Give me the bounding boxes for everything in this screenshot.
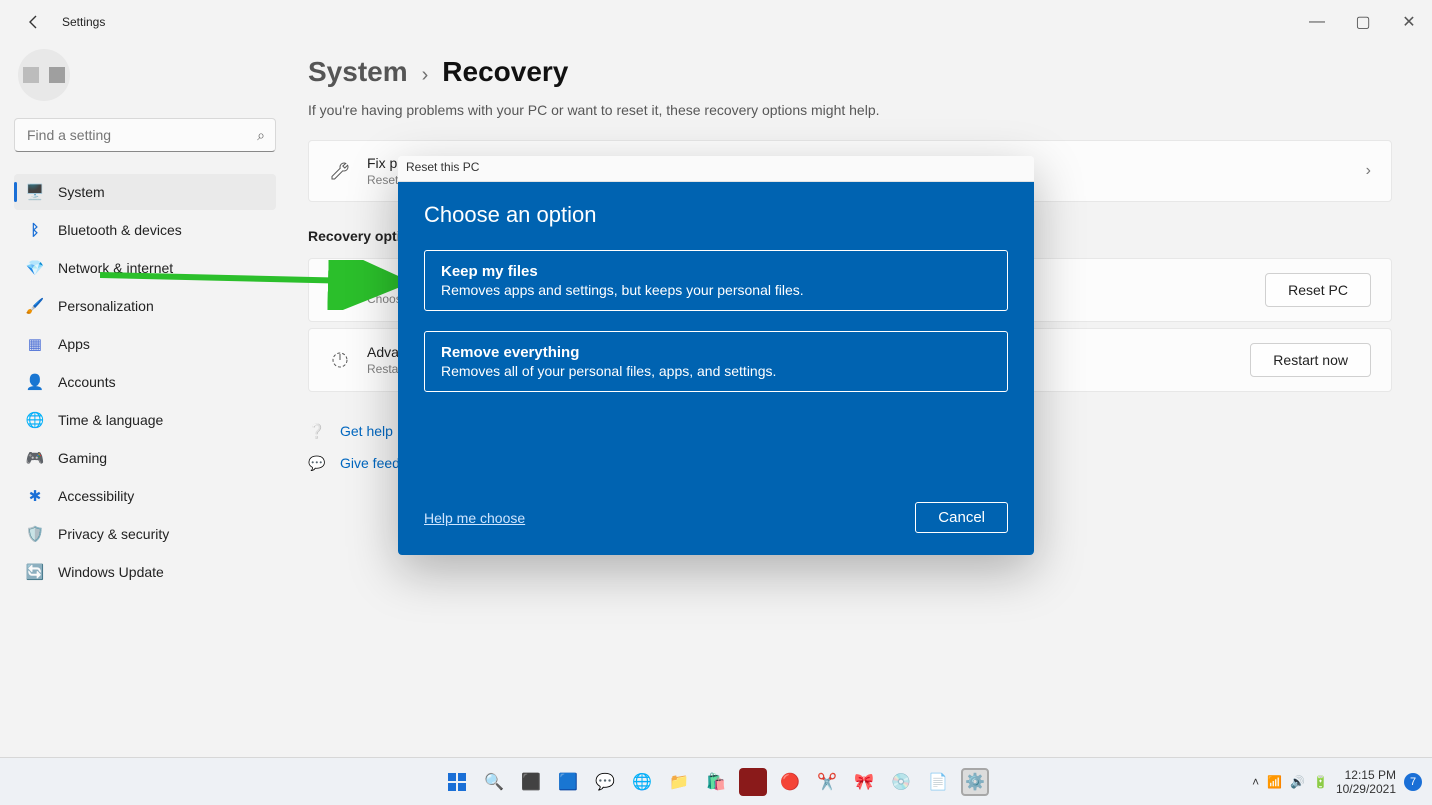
search-icon: ⌕ [257, 127, 265, 144]
reset-pc-button[interactable]: Reset PC [1265, 273, 1371, 307]
breadcrumb: System › Recovery [308, 56, 1392, 88]
cancel-button[interactable]: Cancel [915, 502, 1008, 533]
option-title: Keep my files [441, 263, 991, 280]
sidebar: ⌕ 🖥️ System ᛒ Bluetooth & devices 💎 Netw… [0, 44, 290, 757]
option-remove-everything[interactable]: Remove everything Removes all of your pe… [424, 331, 1008, 392]
title-bar: Settings — ▢ ✕ [0, 0, 1432, 44]
chat-icon[interactable]: 💬 [591, 768, 619, 796]
maximize-button[interactable]: ▢ [1340, 7, 1386, 37]
notification-badge[interactable]: 7 [1404, 773, 1422, 791]
nav-label: Gaming [58, 450, 107, 466]
help-me-choose-link[interactable]: Help me choose [424, 510, 525, 526]
nav-label: Time & language [58, 412, 163, 428]
store-icon[interactable]: 🛍️ [702, 768, 730, 796]
update-icon: 🔄 [26, 563, 44, 581]
accessibility-icon: ✱ [26, 487, 44, 505]
network-icon: 💎 [26, 259, 44, 277]
globe-icon: 🌐 [26, 411, 44, 429]
nav-label: Privacy & security [58, 526, 169, 542]
search-box[interactable]: ⌕ [14, 118, 276, 152]
close-button[interactable]: ✕ [1386, 7, 1432, 37]
arrow-left-icon [26, 14, 42, 30]
taskbar-center: 🔍 ⬛ 🟦 💬 🌐 📁 🛍️ 🔴 ✂️ 🎀 💿 📄 ⚙️ [443, 768, 989, 796]
chevron-right-icon: › [422, 64, 429, 87]
page-description: If you're having problems with your PC o… [308, 102, 1392, 118]
nav-label: Personalization [58, 298, 154, 314]
search-taskbar-icon[interactable]: 🔍 [480, 768, 508, 796]
app3-icon[interactable]: 🎀 [850, 768, 878, 796]
nav-item-update[interactable]: 🔄 Windows Update [14, 554, 276, 590]
page-title: Recovery [442, 56, 568, 88]
shield-icon: 🛡️ [26, 525, 44, 543]
chevron-right-icon: › [1366, 162, 1371, 180]
bluetooth-icon: ᛒ [26, 221, 44, 239]
breadcrumb-parent[interactable]: System [308, 56, 408, 88]
system-tray[interactable]: ˄ 📶 🔊 🔋 12:15 PM 10/29/2021 7 [1252, 768, 1432, 796]
person-icon: 👤 [26, 373, 44, 391]
dialog-title-bar: Reset this PC [398, 156, 1034, 182]
word-icon[interactable]: 📄 [924, 768, 952, 796]
file-explorer-icon[interactable]: 📁 [665, 768, 693, 796]
nav-item-network[interactable]: 💎 Network & internet [14, 250, 276, 286]
option-keep-my-files[interactable]: Keep my files Removes apps and settings,… [424, 250, 1008, 311]
reset-pc-dialog: Reset this PC Choose an option Keep my f… [398, 156, 1034, 555]
nav-item-accessibility[interactable]: ✱ Accessibility [14, 478, 276, 514]
widgets-icon[interactable]: 🟦 [554, 768, 582, 796]
gamepad-icon: 🎮 [26, 449, 44, 467]
nav-item-personalization[interactable]: 🖌️ Personalization [14, 288, 276, 324]
avatar [18, 49, 70, 101]
nav-label: Accounts [58, 374, 116, 390]
app2-icon[interactable]: ✂️ [813, 768, 841, 796]
nav-item-bluetooth[interactable]: ᛒ Bluetooth & devices [14, 212, 276, 248]
option-desc: Removes all of your personal files, apps… [441, 363, 991, 379]
nav-label: Windows Update [58, 564, 164, 580]
power-icon [329, 349, 351, 371]
start-button[interactable] [443, 768, 471, 796]
nav-item-privacy[interactable]: 🛡️ Privacy & security [14, 516, 276, 552]
nav-label: Apps [58, 336, 90, 352]
brush-icon: 🖌️ [26, 297, 44, 315]
app-title: Settings [62, 15, 105, 29]
wrench-icon [329, 160, 351, 182]
get-help-link[interactable]: Get help [340, 423, 393, 439]
option-title: Remove everything [441, 344, 991, 361]
option-desc: Removes apps and settings, but keeps you… [441, 282, 991, 298]
search-input[interactable] [25, 126, 257, 144]
app4-icon[interactable]: 💿 [887, 768, 915, 796]
app-icon[interactable] [739, 768, 767, 796]
tray-chevron-icon[interactable]: ˄ [1252, 775, 1259, 789]
volume-icon[interactable]: 🔊 [1290, 775, 1305, 789]
minimize-button[interactable]: — [1294, 7, 1340, 37]
clock[interactable]: 12:15 PM 10/29/2021 [1336, 768, 1396, 796]
opera-icon[interactable]: 🔴 [776, 768, 804, 796]
nav-label: Network & internet [58, 260, 173, 276]
display-icon: 🖥️ [26, 183, 44, 201]
date-label: 10/29/2021 [1336, 782, 1396, 796]
back-button[interactable] [18, 6, 50, 38]
nav-item-gaming[interactable]: 🎮 Gaming [14, 440, 276, 476]
profile-area[interactable] [14, 44, 276, 106]
wifi-icon[interactable]: 📶 [1267, 775, 1282, 789]
nav-item-accounts[interactable]: 👤 Accounts [14, 364, 276, 400]
taskbar: 🔍 ⬛ 🟦 💬 🌐 📁 🛍️ 🔴 ✂️ 🎀 💿 📄 ⚙️ ˄ 📶 🔊 🔋 12:… [0, 757, 1432, 805]
nav-item-apps[interactable]: ▦ Apps [14, 326, 276, 362]
nav-label: System [58, 184, 105, 200]
apps-icon: ▦ [26, 335, 44, 353]
feedback-icon: 💬 [308, 454, 326, 472]
nav-list: 🖥️ System ᛒ Bluetooth & devices 💎 Networ… [14, 174, 276, 590]
dialog-heading: Choose an option [424, 202, 1008, 228]
nav-label: Bluetooth & devices [58, 222, 182, 238]
time-label: 12:15 PM [1336, 768, 1396, 782]
task-view-icon[interactable]: ⬛ [517, 768, 545, 796]
reset-icon [329, 279, 351, 301]
nav-item-system[interactable]: 🖥️ System [14, 174, 276, 210]
edge-icon[interactable]: 🌐 [628, 768, 656, 796]
settings-taskbar-icon[interactable]: ⚙️ [961, 768, 989, 796]
battery-icon[interactable]: 🔋 [1313, 775, 1328, 789]
restart-now-button[interactable]: Restart now [1250, 343, 1371, 377]
help-icon: ❔ [308, 422, 326, 440]
nav-item-time[interactable]: 🌐 Time & language [14, 402, 276, 438]
window-controls: — ▢ ✕ [1294, 7, 1432, 37]
nav-label: Accessibility [58, 488, 134, 504]
